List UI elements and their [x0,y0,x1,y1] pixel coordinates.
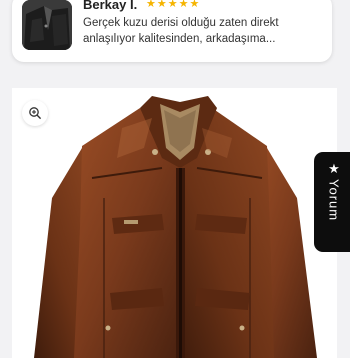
star-rating-icons: ★★★★★ [146,0,201,10]
review-card[interactable]: Berkay I. ★★★★★ Gerçek kuzu derisi olduğ… [12,0,332,62]
reviewer-name: Berkay I. [83,0,138,12]
product-image-area[interactable] [12,88,337,358]
review-text: Gerçek kuzu derisi olduğu zaten direkt a… [83,17,279,45]
review-photo-image [22,0,72,50]
zoom-in-icon [29,107,42,120]
rating-stars: ★★★★★ [146,0,200,10]
leather-jacket-image [34,96,317,358]
review-photo-thumbnail[interactable] [22,0,72,50]
zoom-button[interactable] [22,100,48,126]
reviews-tab-label: Yorum [326,179,342,222]
reviews-side-tab[interactable]: ★ Yorum [314,152,350,252]
star-icon: ★ [328,161,340,176]
